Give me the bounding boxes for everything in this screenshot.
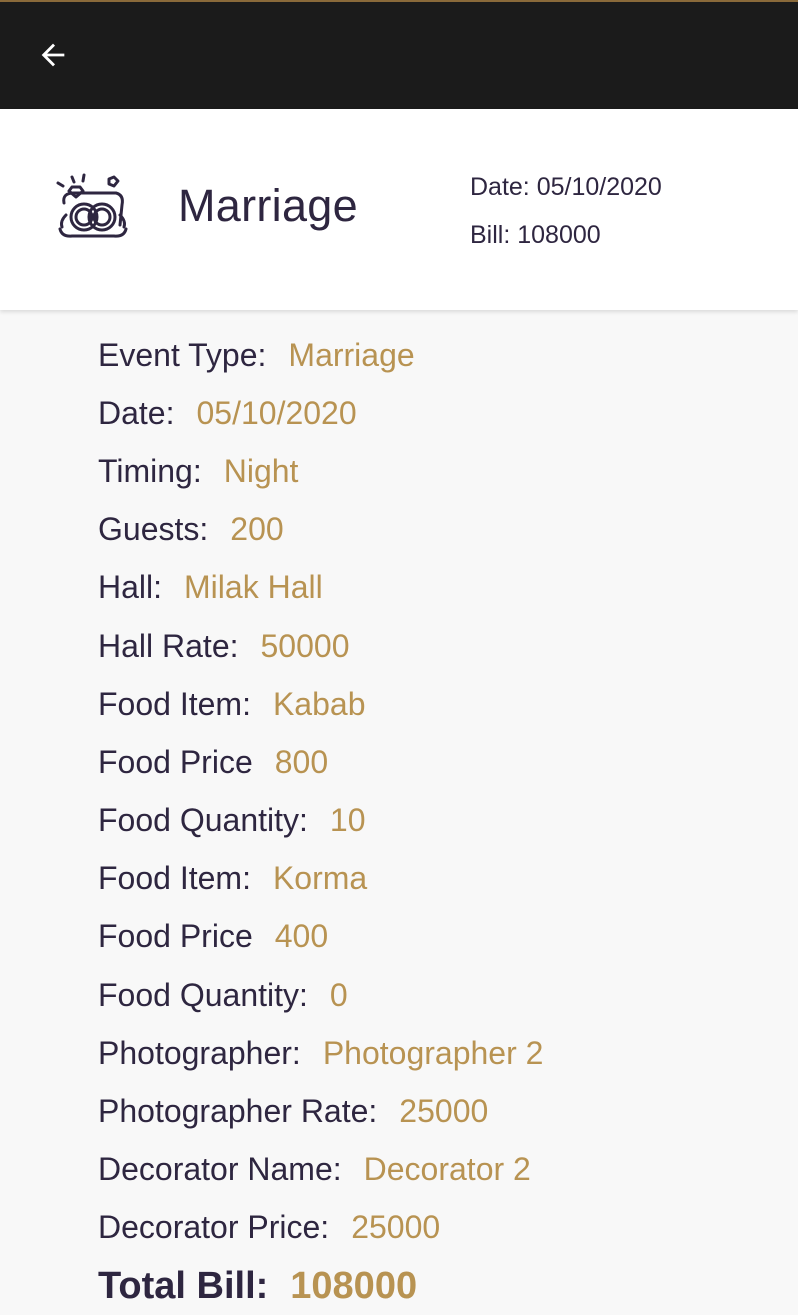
detail-label: Food Quantity: xyxy=(98,802,308,839)
total-bill-value: 108000 xyxy=(290,1264,418,1307)
detail-value: Kabab xyxy=(272,685,366,722)
detail-value: 10 xyxy=(329,802,366,839)
detail-value: 400 xyxy=(274,918,329,955)
detail-row-photographer-rate: Photographer Rate: 25000 xyxy=(98,1082,778,1140)
detail-row-hall-rate: Hall Rate: 50000 xyxy=(98,617,778,675)
detail-row-hall: Hall: Milak Hall xyxy=(98,559,778,617)
detail-row-decorator-price: Decorator Price: 25000 xyxy=(98,1199,778,1257)
detail-value: Photographer 2 xyxy=(322,1034,544,1071)
event-summary-card[interactable]: Marriage Date: 05/10/2020 Bill: 108000 xyxy=(0,109,798,310)
detail-label: Food Quantity: xyxy=(98,976,308,1013)
detail-row-food-item: Food Item: Kabab xyxy=(98,675,778,733)
back-button[interactable] xyxy=(30,32,76,78)
detail-row-decorator-name: Decorator Name: Decorator 2 xyxy=(98,1141,778,1199)
detail-label: Photographer Rate: xyxy=(98,1093,378,1130)
top-app-bar xyxy=(0,0,798,109)
detail-label: Hall: xyxy=(98,569,163,606)
detail-label: Food Item: xyxy=(98,685,251,722)
detail-row-food-quantity: Food Quantity: 0 xyxy=(98,966,778,1024)
detail-label: Timing: xyxy=(98,452,202,489)
detail-row-food-quantity: Food Quantity: 10 xyxy=(98,792,778,850)
detail-row-photographer: Photographer: Photographer 2 xyxy=(98,1024,778,1082)
detail-label: Food Price xyxy=(98,743,253,780)
detail-value: 50000 xyxy=(260,627,350,664)
detail-label: Food Item: xyxy=(98,860,251,897)
detail-value: Marriage xyxy=(288,336,415,373)
detail-label: Date: xyxy=(98,394,175,431)
arrow-left-icon xyxy=(41,43,65,67)
detail-row-food-price: Food Price 400 xyxy=(98,908,778,966)
detail-row-food-item: Food Item: Korma xyxy=(98,850,778,908)
detail-value: 25000 xyxy=(351,1209,441,1246)
event-bill: Bill: 108000 xyxy=(470,221,601,249)
detail-label: Photographer: xyxy=(98,1034,301,1071)
event-title: Marriage xyxy=(178,180,358,231)
detail-value: 0 xyxy=(329,976,348,1013)
detail-row-food-price: Food Price 800 xyxy=(98,733,778,791)
detail-value: 200 xyxy=(230,511,284,548)
detail-label: Guests: xyxy=(98,511,209,548)
detail-label: Hall Rate: xyxy=(98,627,239,664)
detail-label: Decorator Name: xyxy=(98,1151,342,1188)
detail-row-event-type: Event Type: Marriage xyxy=(98,326,778,384)
detail-row-timing: Timing: Night xyxy=(98,442,778,500)
detail-value: 800 xyxy=(274,743,329,780)
detail-label: Food Price xyxy=(98,918,253,955)
detail-value: 25000 xyxy=(399,1093,489,1130)
detail-label: Decorator Price: xyxy=(98,1209,330,1246)
detail-row-total-bill: Total Bill: 108000 xyxy=(98,1257,778,1315)
detail-value: 05/10/2020 xyxy=(196,394,357,431)
detail-label: Event Type: xyxy=(98,336,267,373)
detail-value: Korma xyxy=(272,860,368,897)
detail-value: Milak Hall xyxy=(184,569,323,606)
detail-row-guests: Guests: 200 xyxy=(98,501,778,559)
detail-value: Decorator 2 xyxy=(363,1151,531,1188)
event-details-list: Event Type: Marriage Date: 05/10/2020 Ti… xyxy=(98,326,778,1315)
detail-row-date: Date: 05/10/2020 xyxy=(98,384,778,442)
total-bill-label: Total Bill: xyxy=(98,1264,269,1307)
detail-value: Night xyxy=(223,452,299,489)
event-date: Date: 05/10/2020 xyxy=(470,173,662,201)
wedding-rings-icon xyxy=(56,173,128,238)
